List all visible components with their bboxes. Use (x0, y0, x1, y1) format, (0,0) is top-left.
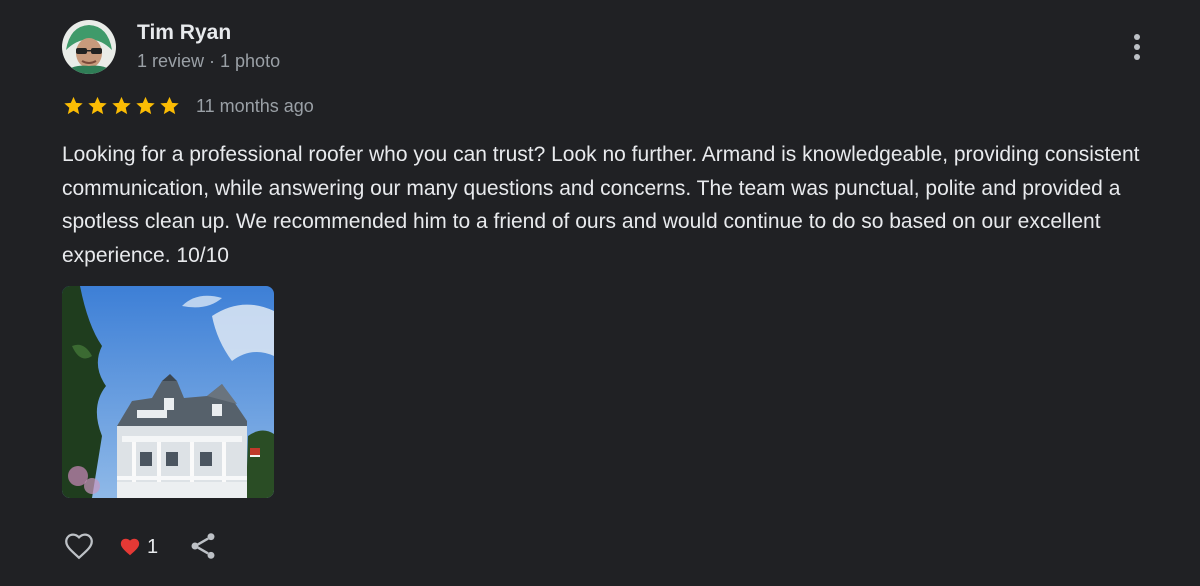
star-icon (62, 95, 85, 117)
review-text: Looking for a professional roofer who yo… (62, 143, 1140, 267)
more-options-dot (1134, 44, 1140, 50)
reaction-count: 1 (147, 535, 159, 558)
star-icon (158, 95, 181, 117)
star-rating (62, 95, 181, 117)
star-icon (110, 95, 133, 117)
author-meta: 1 review · 1 photo (137, 51, 281, 71)
share-icon (191, 533, 215, 559)
star-icon (86, 95, 109, 117)
author-name[interactable]: Tim Ryan (137, 20, 231, 46)
like-button[interactable] (62, 529, 96, 563)
star-icon (134, 95, 157, 117)
rating-row: 11 months ago (62, 93, 314, 119)
heart-outline-icon (65, 533, 93, 560)
review-card: Tim Ryan 1 review · 1 photo 11 months ag… (0, 0, 1200, 586)
red-heart-icon (120, 538, 140, 556)
more-options-dot (1134, 34, 1140, 40)
more-options-dot (1134, 54, 1140, 60)
reaction-summary[interactable]: 1 (119, 532, 158, 562)
review-photo[interactable] (62, 286, 274, 498)
review-date: 11 months ago (196, 96, 314, 116)
author-avatar[interactable] (62, 20, 116, 74)
share-button[interactable] (187, 530, 219, 564)
more-options-button[interactable] (1122, 28, 1154, 66)
